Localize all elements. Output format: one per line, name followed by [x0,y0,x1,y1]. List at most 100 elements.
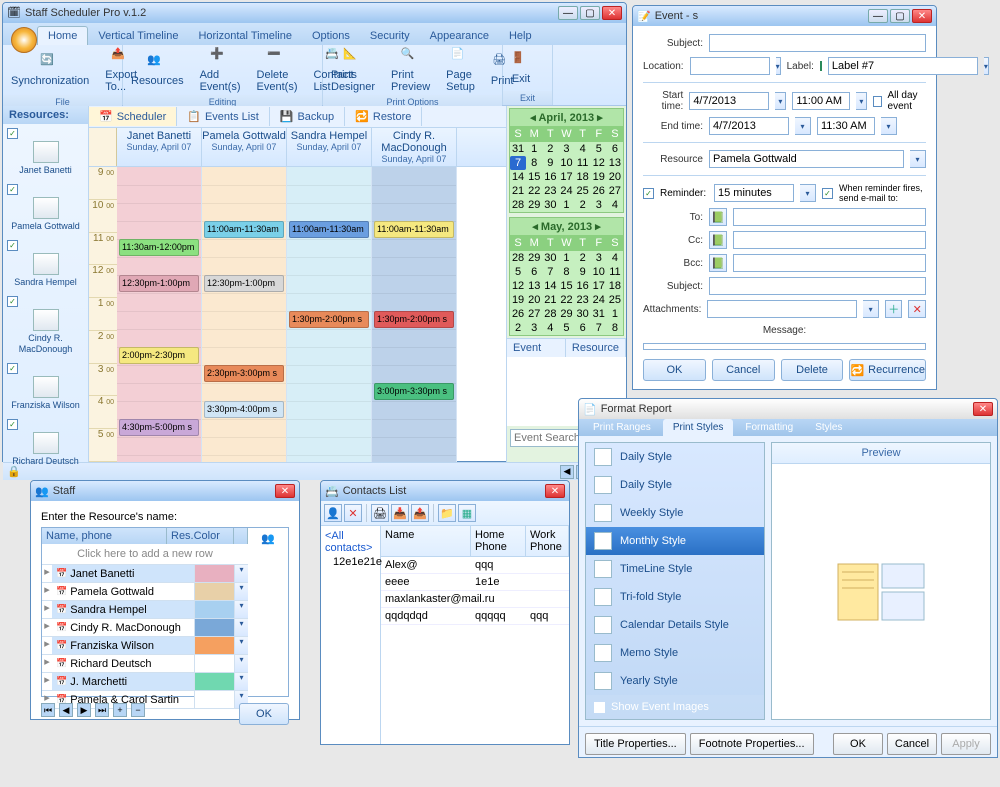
mc-day[interactable]: 23 [575,293,591,307]
mc-day[interactable]: 3 [591,198,607,212]
mc-day[interactable]: 26 [510,307,526,321]
btn-synchronization[interactable]: 🔄Synchronization [3,45,97,95]
format-apply[interactable]: Apply [941,733,991,755]
start-time-drop[interactable]: ▾ [856,92,867,110]
format-tab-formatting[interactable]: Formatting [735,419,803,436]
mc-day[interactable]: 7 [542,265,558,279]
format-style-item[interactable]: Memo Style [586,639,764,667]
staff-nav-first[interactable]: ⏮ [41,703,55,717]
cc-addressbook[interactable]: 📗 [709,231,727,249]
view-tab-restore[interactable]: 🔁 Restore [345,107,422,126]
reminder-email-check[interactable]: ✓ [822,188,833,199]
end-time-drop[interactable]: ▾ [881,117,897,135]
staff-row[interactable]: ▸ 📅Cindy R. MacDonough ▾ [42,619,248,637]
mc-day[interactable]: 16 [542,170,558,184]
mc-day[interactable]: 1 [558,251,574,265]
ribbon-tab-options[interactable]: Options [302,27,360,45]
event-close[interactable]: ✕ [912,9,932,23]
ribbon-tab-home[interactable]: Home [37,26,88,45]
resource-check[interactable]: ✓ [7,363,18,374]
mc-day[interactable]: 27 [526,307,542,321]
mc-day[interactable]: 28 [510,251,526,265]
staff-color-dropdown[interactable]: ▾ [234,619,248,636]
start-date-drop[interactable]: ▾ [775,92,786,110]
mc-day[interactable]: 28 [542,307,558,321]
location-input[interactable] [690,57,770,75]
resource-check[interactable]: ✓ [7,184,18,195]
staff-row[interactable]: ▸ 📅Janet Banetti ▾ [42,565,248,583]
day-column[interactable]: 11:00am-11:30am s1:30pm-2:00pm s [287,167,372,462]
resource-input[interactable] [709,150,904,168]
event-block[interactable]: 11:30am-12:00pm w [119,239,199,256]
staff-name-cell[interactable]: 📅Franziska Wilson [52,637,194,654]
attach-input[interactable] [707,300,857,318]
btn-resources[interactable]: 👥Resources [123,45,192,95]
btn-exit[interactable]: 🚪Exit [503,45,539,91]
min-button[interactable]: — [558,6,578,20]
ribbon-tab-vertical[interactable]: Vertical Timeline [88,27,188,45]
mc-day[interactable]: 13 [607,156,623,170]
event-block[interactable]: 4:30pm-5:00pm s [119,419,199,436]
show-event-images[interactable]: Show Event Images [586,695,764,719]
btn-delete-event[interactable]: ➖Delete Event(s) [249,45,306,95]
staff-name-cell[interactable]: 📅Sandra Hempel [52,601,194,618]
event-max[interactable]: ▢ [890,9,910,23]
mc-day[interactable]: 3 [526,321,542,335]
format-style-item[interactable]: Calendar Details Style [586,611,764,639]
sb-nav-prev[interactable]: ◀ [560,465,574,479]
mc-day[interactable]: 6 [575,321,591,335]
mc-day[interactable]: 30 [542,198,558,212]
mc-day[interactable]: 13 [526,279,542,293]
contacts-tree[interactable]: <All contacts> 12e1e21e [321,526,381,744]
format-tab-styles2[interactable]: Styles [805,419,852,436]
staff-nav-prev[interactable]: ◀ [59,703,73,717]
resource-check[interactable]: ✓ [7,419,18,430]
mc-day[interactable]: 20 [526,293,542,307]
mc-day[interactable]: 8 [607,321,623,335]
staff-color-cell[interactable] [194,655,234,672]
staff-nav-last[interactable]: ⏭ [95,703,109,717]
contacts-col-home[interactable]: Home Phone [471,526,526,556]
mc-day[interactable]: 17 [558,170,574,184]
btn-print-preview[interactable]: 🔍Print Preview [383,45,438,95]
event-block[interactable]: 11:00am-11:30am s [289,221,369,238]
mc-day[interactable]: 30 [542,251,558,265]
event-ok[interactable]: OK [643,359,706,381]
reminder-drop[interactable]: ▾ [800,184,816,202]
mc-title[interactable]: ◂ April, 2013 ▸ [510,109,623,126]
mc-day[interactable]: 24 [591,293,607,307]
mc-day[interactable]: 11 [575,156,591,170]
mc-day[interactable]: 3 [558,142,574,156]
mc-day[interactable]: 3 [591,251,607,265]
start-time[interactable] [792,92,850,110]
staff-color-dropdown[interactable]: ▾ [234,637,248,654]
mc-day[interactable]: 1 [526,142,542,156]
ribbon-tab-security[interactable]: Security [360,27,420,45]
mc-day[interactable]: 2 [575,251,591,265]
mc-day[interactable]: 23 [542,184,558,198]
contacts-col-name[interactable]: Name [381,526,471,556]
mc-day[interactable]: 15 [558,279,574,293]
mc-day[interactable]: 6 [526,265,542,279]
column-header[interactable]: Pamela GottwaldSunday, April 07 [202,128,287,166]
event-titlebar[interactable]: 📝 Event - s — ▢ ✕ [633,6,936,26]
mc-day[interactable]: 29 [526,251,542,265]
resource-drop[interactable]: ▾ [910,150,926,168]
event-block[interactable]: 11:00am-11:30am s [374,221,454,238]
staff-row[interactable]: ▸ 📅J. Marchetti ▾ [42,673,248,691]
mc-day[interactable]: 4 [607,198,623,212]
format-titlebar[interactable]: 📄 Format Report ✕ [579,399,997,419]
mc-day[interactable]: 14 [542,279,558,293]
mc-day[interactable]: 1 [558,198,574,212]
staff-titlebar[interactable]: 👥 Staff ✕ [31,481,299,501]
format-style-item[interactable]: Monthly Style [586,527,764,555]
start-date[interactable] [689,92,769,110]
resource-item[interactable]: ✓ Janet Banetti [3,124,88,180]
c-folder[interactable]: 📁 [438,504,456,522]
mc-day[interactable]: 9 [542,156,558,170]
staff-col-color[interactable]: Res.Color [167,528,234,544]
view-tab-events[interactable]: 📋 Events List [177,107,270,126]
staff-name-cell[interactable]: 📅J. Marchetti [52,673,194,690]
mc-day[interactable]: 21 [510,184,526,198]
staff-color-cell[interactable] [194,619,234,636]
